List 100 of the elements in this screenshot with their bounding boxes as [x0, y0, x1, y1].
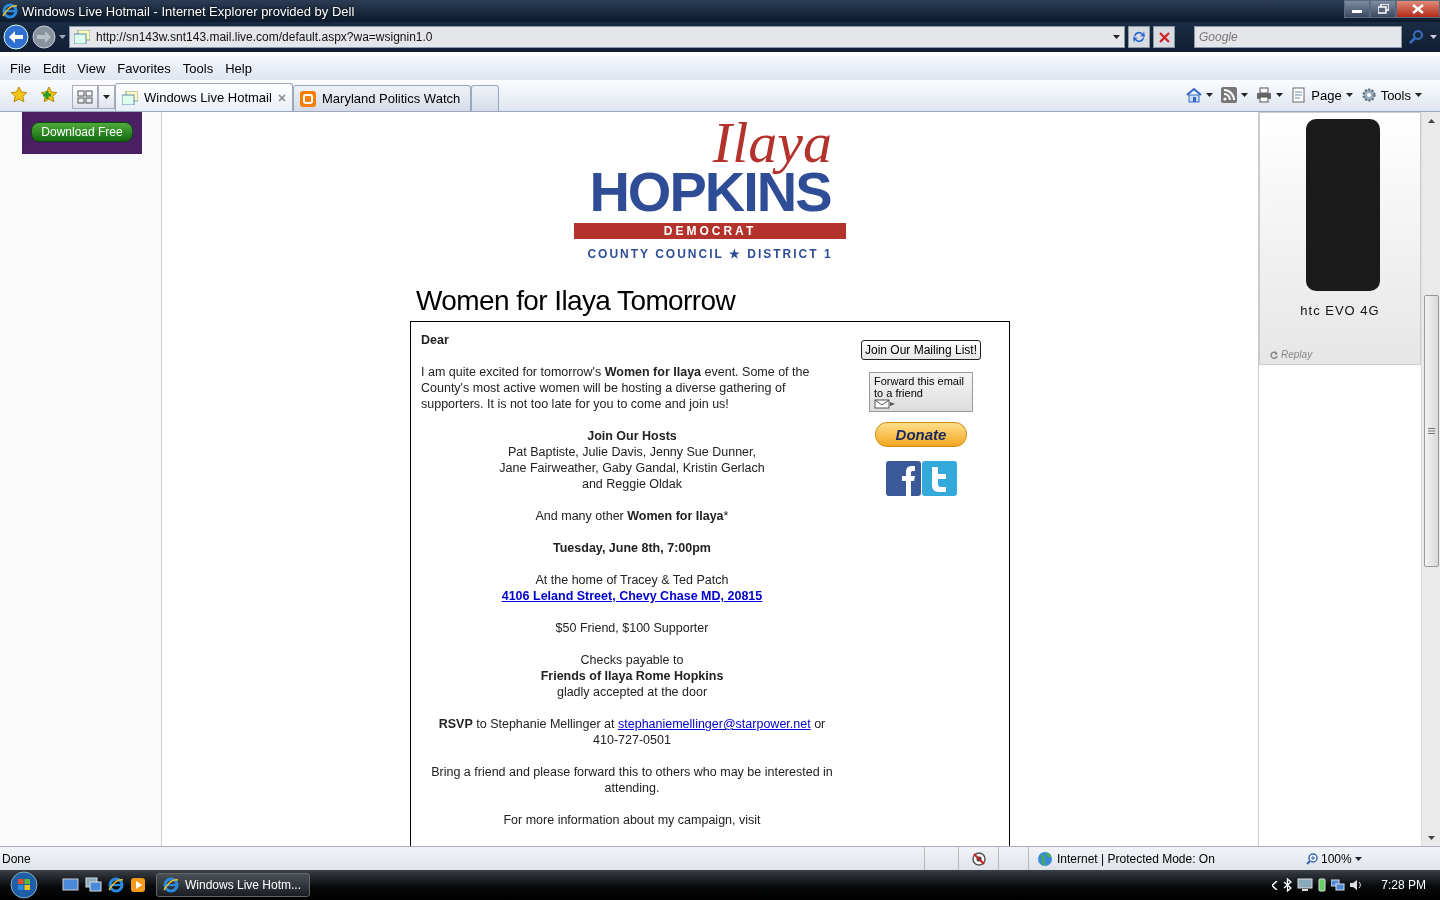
bluetooth-icon[interactable]: [1283, 878, 1293, 892]
grip-icon: [1427, 428, 1435, 434]
privacy-eye-icon[interactable]: [970, 850, 987, 867]
email-heading: Women for Ilaya Tomorrow: [416, 285, 737, 317]
caret-icon: [1241, 93, 1249, 97]
back-button[interactable]: [3, 24, 29, 50]
grid-icon: [77, 90, 93, 104]
body-text: Join Our Hosts: [586, 428, 678, 444]
replay-icon: [1270, 350, 1278, 359]
caret-icon: [1206, 93, 1214, 97]
page-button[interactable]: Page: [1287, 87, 1357, 111]
clock-time: 7:28 PM: [1381, 878, 1426, 892]
menu-item[interactable]: Favorites: [111, 58, 177, 78]
facebook-icon[interactable]: [885, 461, 921, 496]
caret-icon: [1345, 93, 1353, 97]
status-text: Done: [1, 851, 32, 866]
body-text: Friends of Ilaya Rome Hopkins: [539, 668, 725, 684]
quick-tabs-button[interactable]: [72, 85, 98, 109]
address-link[interactable]: 4106 Leland Street, Chevy Chase MD, 20815: [501, 589, 763, 603]
menu-item[interactable]: File: [4, 58, 37, 78]
search-icon: [1409, 30, 1423, 44]
download-button[interactable]: Download Free: [31, 122, 133, 142]
close-button[interactable]: [1396, 0, 1440, 18]
browser-tab[interactable]: Maryland Politics Watch: [293, 85, 471, 111]
caret-icon: [1113, 35, 1120, 39]
show-hidden-icons-icon[interactable]: [1272, 880, 1279, 890]
feed-icon: [1221, 87, 1238, 103]
body-text: For more information about my campaign, visit: [502, 812, 762, 828]
caret-icon: [59, 35, 66, 39]
network-icon[interactable]: [1297, 878, 1314, 892]
tab-label: Maryland Politics Watch: [322, 91, 462, 106]
body-text: gladly accepted at the door: [555, 684, 709, 700]
stop-icon: [1158, 31, 1170, 43]
page-icon: [74, 30, 90, 44]
body-text: At the home of Tracey & Ted Patch: [534, 572, 730, 588]
ie-icon: [163, 877, 179, 893]
blog-icon: [300, 90, 316, 107]
body-text: Tuesday, June 8th, 7:00pm: [552, 540, 712, 556]
media-player-icon[interactable]: [130, 877, 146, 893]
globe-icon: [1037, 850, 1053, 867]
down-arrow-icon: [1427, 835, 1435, 840]
browser-tab[interactable]: Windows Live Hotmail: [115, 83, 293, 111]
ad-brand-text: htc EVO 4G: [1300, 303, 1380, 318]
donate-button[interactable]: Donate: [875, 422, 967, 447]
zoom-icon: [1306, 852, 1318, 865]
body-text: Dear: [421, 332, 450, 348]
body-text: $50 Friend, $100 Supporter: [554, 620, 710, 636]
body-text: Pat Baptiste, Julie Davis, Jenny Sue Dunner, Jane Fairweather, Gaby Gandal, Kristin Gerlach and Reggie Oldak: [498, 444, 766, 492]
volume-icon[interactable]: [1350, 879, 1363, 891]
minimize-button[interactable]: [1344, 0, 1370, 18]
scrollbar-thumb[interactable]: [1423, 295, 1439, 567]
stop-button[interactable]: [1153, 26, 1175, 48]
menu-item[interactable]: Help: [219, 58, 258, 78]
body-text: Bring a friend and please forward this to others who may be interested in attending.: [430, 764, 834, 796]
windows-orb-icon: [8, 871, 40, 899]
page-icon: [1291, 87, 1308, 103]
tools-button[interactable]: Tools: [1356, 87, 1426, 111]
caret-icon: [103, 95, 110, 99]
close-icon: [1412, 4, 1424, 14]
ie-icon: [2, 3, 18, 19]
network-status-icon[interactable]: [1331, 878, 1346, 892]
refresh-button[interactable]: [1128, 26, 1150, 48]
caret-icon: [1354, 856, 1362, 861]
switch-windows-icon[interactable]: [85, 877, 102, 892]
rsvp-text: RSVP to Stephanie Mellinger at stephaniemellinger@starpower.net or 410-727-0501: [437, 716, 827, 748]
search-options-button[interactable]: [1430, 35, 1437, 39]
restore-icon: [1377, 4, 1389, 14]
restore-button[interactable]: [1370, 0, 1396, 18]
favorites-star-icon[interactable]: [10, 86, 28, 104]
show-desktop-icon[interactable]: [62, 877, 79, 892]
battery-icon[interactable]: [1318, 878, 1327, 892]
body-text: I am quite excited for tomorrow's Women for Ilaya event. Some of the County's most active women will be hosting a diverse gathering of supporters. It is not too late for you to come and join us!: [421, 364, 811, 412]
tab-list-button[interactable]: [98, 85, 115, 109]
menu-item[interactable]: View: [71, 58, 112, 78]
ie-icon[interactable]: [108, 877, 124, 893]
address-field[interactable]: http://sn143w.snt143.mail.live.com/default.aspx?wa=wsignin1.0: [69, 26, 1125, 48]
search-field[interactable]: Google: [1194, 26, 1402, 48]
taskbar-window-button[interactable]: Windows Live Hotm...: [156, 873, 310, 897]
page-icon: [122, 90, 138, 105]
refresh-icon: [1132, 30, 1146, 44]
body-text: And many other Women for Ilaya*: [534, 508, 730, 524]
close-tab-button[interactable]: [278, 93, 286, 102]
gear-icon: [1360, 87, 1377, 103]
menu-item[interactable]: Tools: [176, 58, 220, 78]
mailing-list-button[interactable]: Join Our Mailing List!: [860, 340, 981, 360]
printer-icon: [1256, 87, 1273, 103]
envelope-icon: [874, 399, 896, 409]
history-dropdown-button[interactable]: [59, 35, 66, 39]
home-icon: [1186, 87, 1203, 103]
office-text: COUNTY COUNCIL ★ DISTRICT 1: [586, 247, 834, 261]
add-favorite-icon[interactable]: [40, 86, 58, 104]
zoom-button[interactable]: 100%: [1298, 851, 1370, 866]
close-icon: [278, 93, 286, 102]
email-link[interactable]: stephaniemellinger@starpower.net: [618, 717, 811, 731]
up-arrow-icon: [1427, 118, 1435, 123]
forward-button[interactable]: [32, 25, 56, 49]
menu-item[interactable]: Edit: [36, 58, 72, 78]
forward-email-button[interactable]: Forward this email to a friend: [869, 372, 973, 412]
party-banner: DEMOCRAT: [574, 223, 846, 239]
caret-icon: [1430, 35, 1437, 39]
